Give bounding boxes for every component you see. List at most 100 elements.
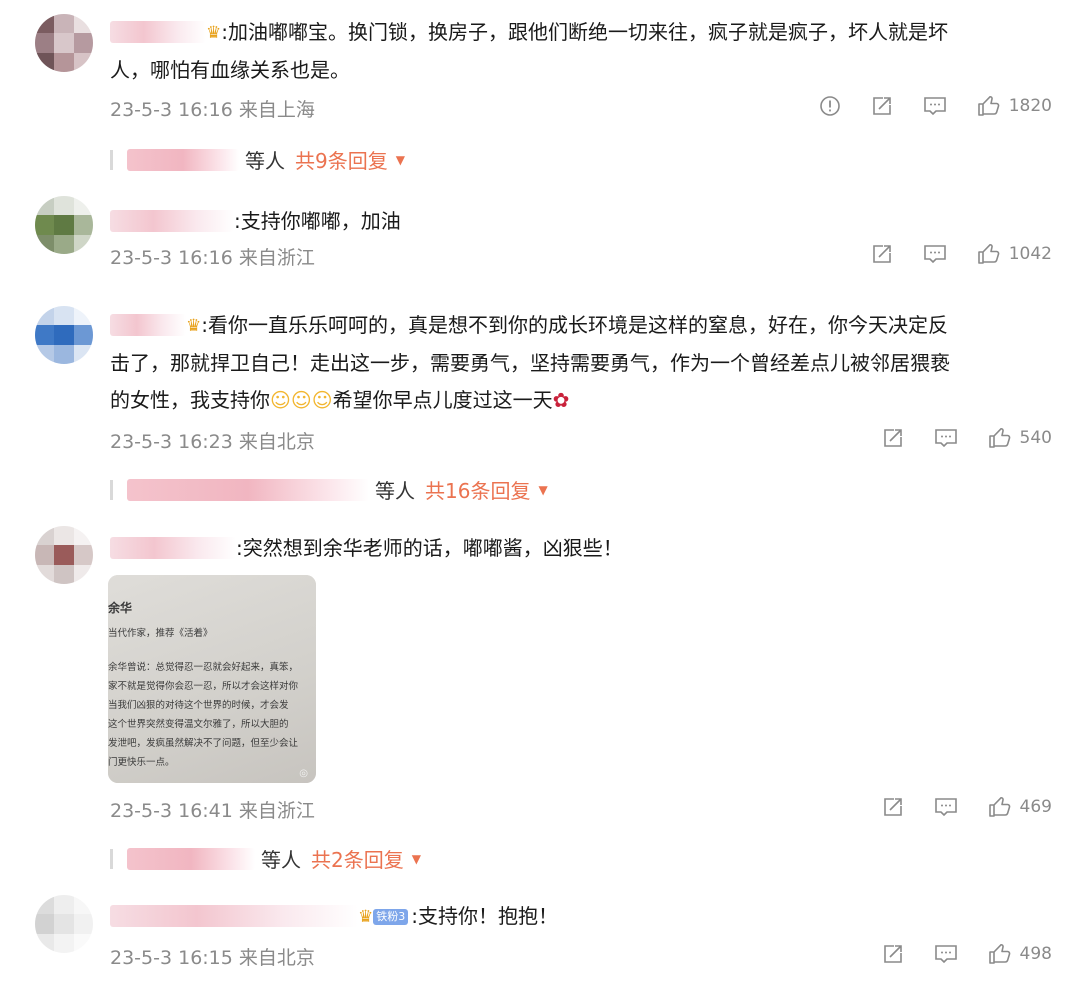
comment-icon [934, 798, 957, 817]
reply-count-label: 共16条回复 [425, 479, 531, 503]
share-icon [872, 97, 891, 115]
image-text: 家不就是觉得你会忍一忍，所以才会这样对你 [108, 681, 299, 692]
share-icon [872, 245, 891, 263]
share-button[interactable] [882, 943, 904, 965]
like-icon [977, 95, 1000, 116]
username[interactable] [110, 314, 186, 336]
username[interactable] [110, 905, 358, 927]
like-button[interactable]: 498 [988, 943, 1052, 965]
comment-text-continued: 击了，那就捍卫自己！走出这一步，需要勇气，坚持需要勇气，作为一个曾经差点儿被邻居… [110, 351, 950, 375]
comment-text: :支持你嘟嘟，加油 [234, 209, 401, 233]
like-count: 498 [1019, 944, 1052, 964]
comment-button[interactable] [923, 243, 947, 265]
replies-summary: 等人 共16条回复 ▼ [110, 475, 548, 504]
comment-text: :看你一直乐乐呵呵的，真是想不到你的成长环境是这样的窒息，好在，你今天决定反 [201, 313, 948, 337]
comment-meta: 23-5-3 16:15 来自北京 [110, 947, 315, 969]
reply-suffix: 等人 [375, 479, 415, 503]
username[interactable] [110, 537, 236, 559]
comment-button[interactable] [923, 95, 947, 117]
reply-divider [110, 848, 113, 869]
share-button[interactable] [871, 95, 893, 117]
report-button[interactable] [819, 95, 841, 117]
comment-button[interactable] [934, 943, 958, 965]
caret-down-icon: ▼ [538, 482, 548, 497]
crown-icon: ♛ [206, 23, 222, 43]
reply-users[interactable] [127, 847, 255, 870]
crown-icon: ♛ [186, 316, 202, 336]
comment-button[interactable] [934, 796, 958, 818]
share-button[interactable] [882, 427, 904, 449]
report-icon [819, 96, 840, 116]
comment-text: :支持你！抱抱！ [411, 904, 558, 928]
reply-users[interactable] [127, 148, 239, 171]
like-button[interactable]: 540 [988, 427, 1052, 449]
comment-text-continued: 希望你早点儿度过这一天 [332, 388, 553, 412]
reply-suffix: 等人 [261, 848, 301, 872]
image-text: 门更快乐一点。 [108, 757, 175, 768]
view-replies-button[interactable]: 共16条回复 ▼ [425, 475, 548, 504]
like-button[interactable]: 1820 [977, 95, 1052, 117]
share-icon [883, 429, 902, 447]
like-icon [988, 943, 1010, 964]
like-icon [977, 243, 1000, 264]
comment-text-continued: 人，哪怕有血缘关系也是。 [110, 58, 350, 82]
comment-meta: 23-5-3 16:41 来自浙江 [110, 800, 315, 822]
comment-text: :加油嘟嘟宝。换门锁，换房子，跟他们断绝一切来往，疯子就是疯子，坏人就是坏 [221, 20, 948, 44]
like-icon [988, 796, 1010, 817]
rose-emoji-icon: ✿ [552, 388, 570, 412]
comment-meta: 23-5-3 16:16 来自浙江 [110, 247, 315, 269]
avatar[interactable] [35, 895, 93, 953]
replies-summary: 等人 共2条回复 ▼ [110, 844, 421, 873]
comment-icon [923, 245, 946, 264]
like-count: 1820 [1008, 96, 1052, 116]
image-text: 余华 [108, 601, 133, 615]
comment-icon [934, 945, 957, 964]
like-button[interactable]: 469 [988, 796, 1052, 818]
hug-emoji-icon: ☺ [290, 388, 312, 412]
image-text: 余华曾说：总觉得忍一忍就会好起来，真笨， [108, 662, 299, 673]
avatar[interactable] [35, 306, 93, 364]
like-button[interactable]: 1042 [977, 243, 1052, 265]
like-count: 469 [1019, 797, 1052, 817]
view-replies-button[interactable]: 共9条回复 ▼ [295, 145, 405, 174]
crown-icon: ♛ [358, 907, 374, 927]
username[interactable] [110, 210, 234, 232]
hug-emoji-icon: ☺ [270, 388, 291, 412]
hug-emoji-icon: ☺ [311, 388, 333, 412]
reply-users[interactable] [127, 478, 369, 501]
share-button[interactable] [882, 796, 904, 818]
fan-badge: 铁粉3 [373, 909, 409, 925]
username[interactable] [110, 21, 206, 43]
share-button[interactable] [871, 243, 893, 265]
image-text: 发泄吧，发疯虽然解决不了问题，但至少会让 [108, 738, 299, 749]
comment-icon [934, 429, 957, 448]
view-replies-button[interactable]: 共2条回复 ▼ [311, 844, 421, 873]
reply-divider [110, 479, 113, 500]
avatar[interactable] [35, 526, 93, 584]
like-count: 540 [1019, 428, 1052, 448]
avatar[interactable] [35, 196, 93, 254]
like-count: 1042 [1008, 244, 1052, 264]
comment-text-continued: 的女性，我支持你 [110, 388, 270, 412]
like-icon [988, 427, 1010, 448]
reply-count-label: 共2条回复 [311, 848, 404, 872]
reply-count-label: 共9条回复 [295, 149, 388, 173]
reply-divider [110, 149, 113, 170]
watermark-icon: ◎ [299, 768, 308, 779]
image-text: 当代作家，推荐《活着》 [108, 628, 213, 639]
comment-meta: 23-5-3 16:16 来自上海 [110, 99, 315, 121]
share-icon [883, 798, 902, 816]
attached-image[interactable]: 余华 当代作家，推荐《活着》 余华曾说：总觉得忍一忍就会好起来，真笨， 家不就是… [108, 575, 316, 783]
caret-down-icon: ▼ [395, 152, 405, 167]
caret-down-icon: ▼ [411, 851, 421, 866]
comment-icon [923, 97, 946, 116]
comment-button[interactable] [934, 427, 958, 449]
comment-text: :突然想到余华老师的话，嘟嘟酱，凶狠些！ [236, 536, 623, 560]
image-text: 这个世界突然变得温文尔雅了，所以大胆的 [108, 719, 289, 730]
reply-suffix: 等人 [245, 149, 285, 173]
avatar[interactable] [35, 14, 93, 72]
share-icon [883, 945, 902, 963]
comment-meta: 23-5-3 16:23 来自北京 [110, 431, 315, 453]
replies-summary: 等人 共9条回复 ▼ [110, 145, 405, 174]
image-text: 当我们凶狠的对待这个世界的时候，才会发 [108, 700, 289, 711]
